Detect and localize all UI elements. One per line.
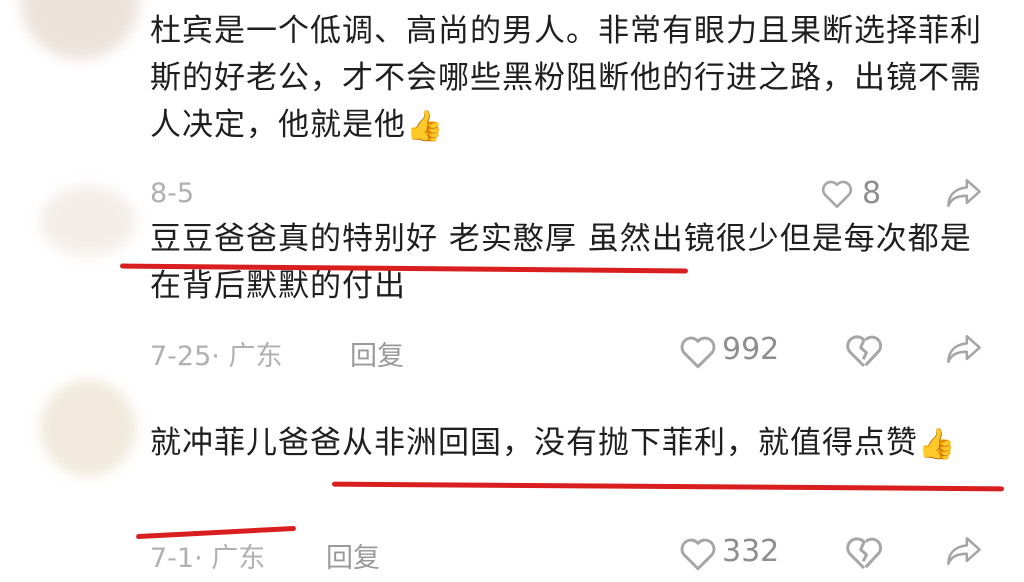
comment-text: 杜宾是一个低调、高尚的男人。非常有眼力且果断选择菲利斯的好老公，才不会哪些黑粉阻… <box>150 8 990 150</box>
heart-icon[interactable] <box>678 334 718 370</box>
comment-text: 就冲菲儿爸爸从非洲回国，没有抛下菲利，就值得点赞👍 <box>150 420 990 468</box>
comment-date: 8-5 <box>150 178 195 209</box>
share-icon[interactable] <box>944 534 984 568</box>
avatar[interactable] <box>20 0 140 60</box>
reply-button[interactable]: 回复 <box>350 334 404 373</box>
avatar[interactable] <box>40 380 136 476</box>
broken-heart-icon[interactable] <box>844 534 884 572</box>
share-icon[interactable] <box>944 332 984 366</box>
broken-heart-icon[interactable] <box>844 332 884 370</box>
heart-icon[interactable] <box>678 536 718 572</box>
share-icon[interactable] <box>944 176 984 210</box>
thumbs-up-icon: 👍 <box>406 109 445 144</box>
red-underline <box>331 481 1005 492</box>
comment-date-location: 7-25· 广东 <box>150 341 283 372</box>
like-count: 332 <box>722 534 780 569</box>
avatar[interactable] <box>40 186 136 256</box>
comment-date-location: 7-1· 广东 <box>150 543 266 574</box>
thumbs-up-icon: 👍 <box>918 427 957 462</box>
like-count: 992 <box>722 332 780 367</box>
reply-button[interactable]: 回复 <box>326 536 380 575</box>
comment-text: 豆豆爸爸真的特别好 老实憨厚 虽然出镜很少但是每次都是在背后默默的付出 <box>150 221 972 304</box>
heart-icon[interactable] <box>820 178 854 210</box>
like-count: 8 <box>862 176 882 211</box>
